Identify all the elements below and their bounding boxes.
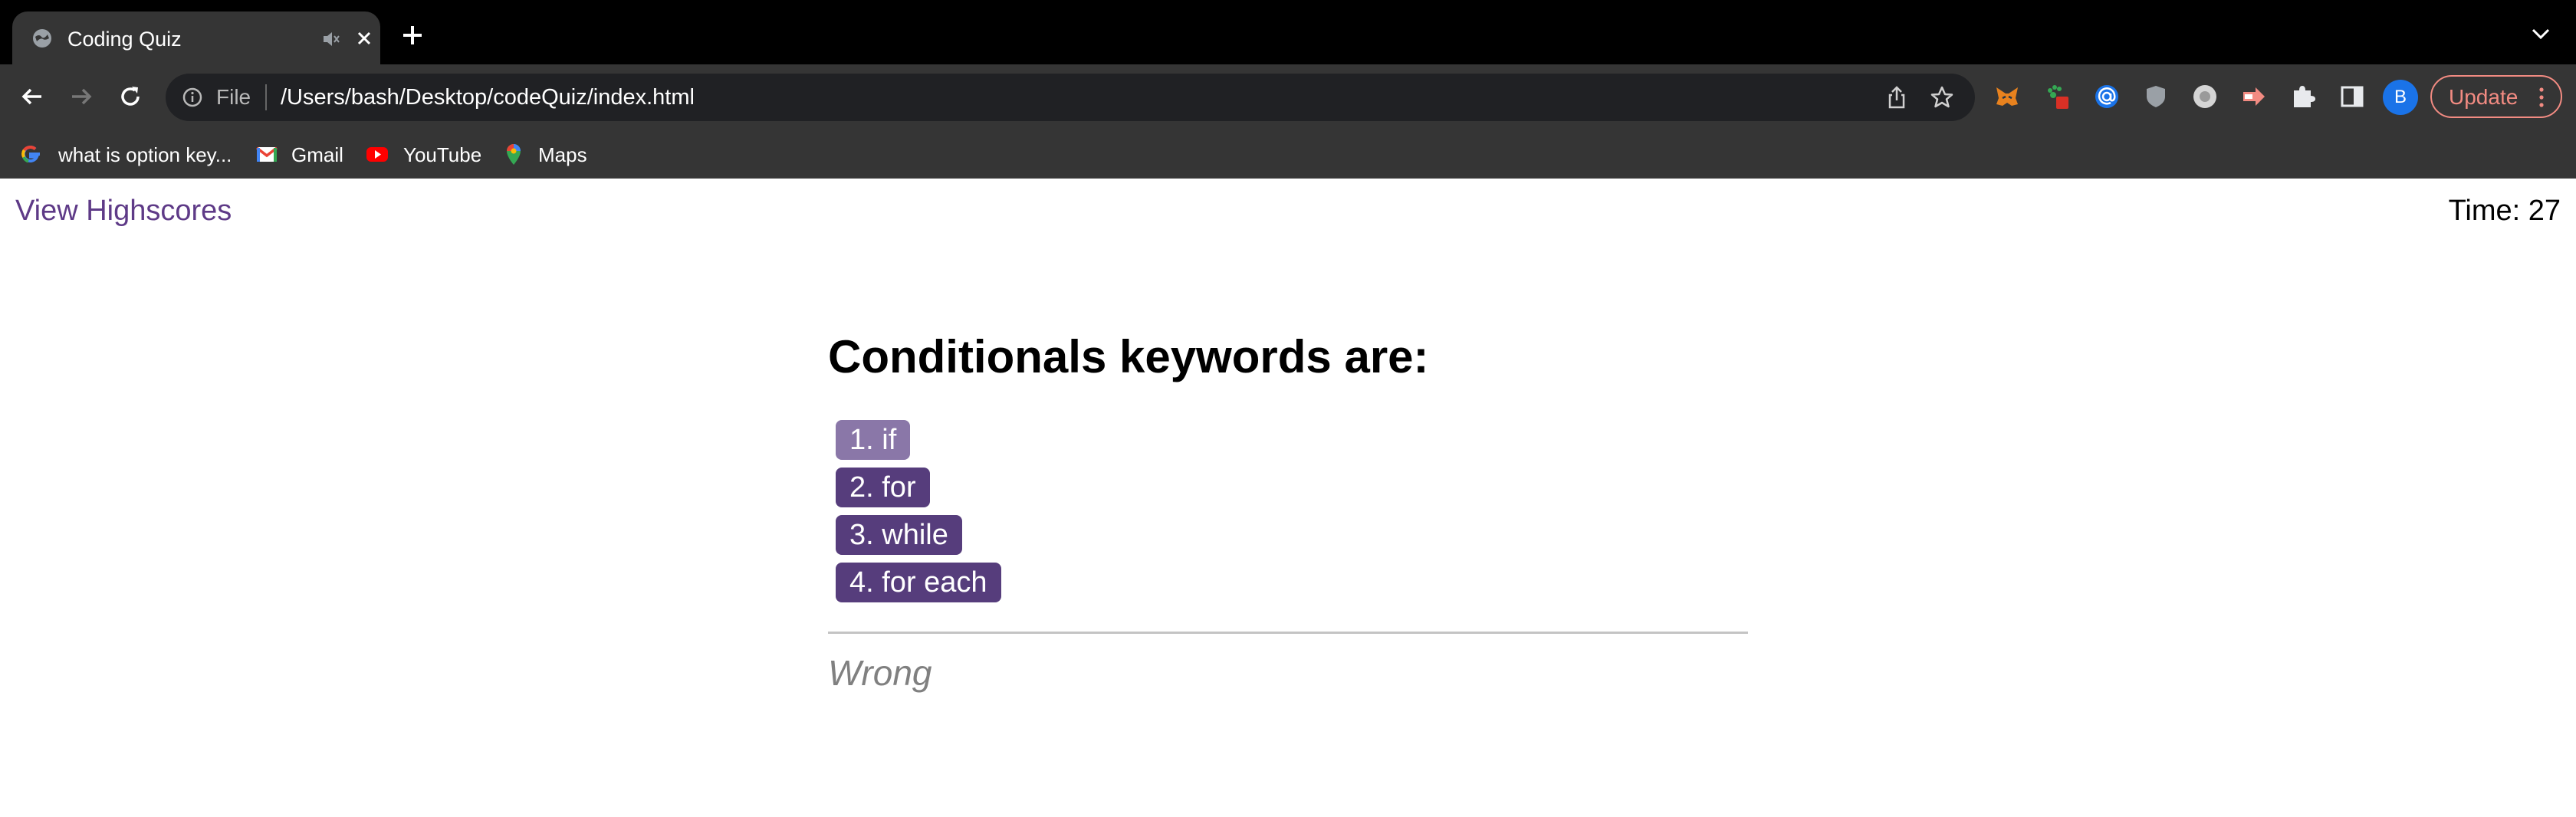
circle-extension-icon[interactable]: [2188, 80, 2222, 113]
update-label: Update: [2449, 85, 2518, 109]
choice-button-2[interactable]: 2. for: [836, 468, 930, 507]
answer-feedback: Wrong: [828, 653, 932, 693]
info-icon[interactable]: [181, 86, 204, 109]
puzzle-icon[interactable]: [2286, 80, 2320, 113]
reload-icon[interactable]: [115, 81, 146, 112]
shield-extension-icon[interactable]: [2139, 80, 2173, 113]
youtube-icon: [366, 147, 388, 162]
url-scheme-label: File: [216, 85, 251, 109]
bookmark-label: Maps: [538, 143, 587, 166]
bookmark-star-icon[interactable]: [1929, 84, 1955, 110]
bookmark-label: YouTube: [403, 143, 482, 166]
close-tab-icon[interactable]: [353, 27, 376, 50]
gmail-icon: [255, 146, 278, 162]
divider: [828, 632, 1748, 634]
google-icon: [21, 145, 40, 163]
arrow-extension-icon[interactable]: [2237, 80, 2271, 113]
more-menu-icon[interactable]: [2536, 86, 2547, 109]
browser-toolbar: File /Users/bash/Desktop/codeQuiz/index.…: [0, 64, 2576, 129]
tab-strip: Coding Quiz: [0, 0, 2576, 64]
bookmark-maps[interactable]: Maps: [501, 138, 593, 169]
share-icon[interactable]: [1884, 84, 1909, 110]
view-highscores-link[interactable]: View Highscores: [15, 194, 232, 228]
bookmark-label: Gmail: [291, 143, 343, 166]
timer: Time: 27: [2448, 195, 2561, 227]
url-separator: [265, 84, 267, 110]
bookmark-google-search[interactable]: what is option key...: [18, 138, 233, 169]
back-icon[interactable]: [17, 81, 48, 112]
address-bar[interactable]: File /Users/bash/Desktop/codeQuiz/index.…: [166, 74, 1975, 121]
tab-title: Coding Quiz: [67, 28, 182, 51]
new-tab-icon[interactable]: [399, 21, 426, 49]
bookmark-gmail[interactable]: Gmail: [255, 138, 354, 169]
url-text[interactable]: /Users/bash/Desktop/codeQuiz/index.html: [281, 85, 695, 110]
choice-button-4[interactable]: 4. for each: [836, 563, 1001, 602]
globe-icon: [33, 29, 51, 48]
bookmarks-bar: what is option key... Gmail YouTube Maps: [0, 129, 2576, 179]
update-button[interactable]: Update: [2430, 75, 2562, 118]
side-panel-icon[interactable]: [2335, 80, 2369, 113]
at-extension-icon[interactable]: [2090, 80, 2124, 113]
bookmark-youtube[interactable]: YouTube: [365, 138, 488, 169]
metamask-icon[interactable]: [1990, 80, 2024, 113]
forward-icon[interactable]: [66, 81, 97, 112]
profile-avatar[interactable]: B: [2383, 80, 2418, 115]
question-title: Conditionals keywords are:: [828, 331, 1429, 382]
tab-coding-quiz[interactable]: Coding Quiz: [12, 11, 380, 64]
maps-icon: [507, 144, 521, 165]
choice-button-1[interactable]: 1. if: [836, 420, 911, 460]
paw-extension-icon[interactable]: [2041, 80, 2075, 113]
bookmark-label: what is option key...: [58, 143, 232, 166]
choice-button-3[interactable]: 3. while: [836, 515, 962, 555]
chevron-down-icon[interactable]: [2530, 26, 2551, 41]
mute-tab-icon[interactable]: [320, 28, 342, 50]
